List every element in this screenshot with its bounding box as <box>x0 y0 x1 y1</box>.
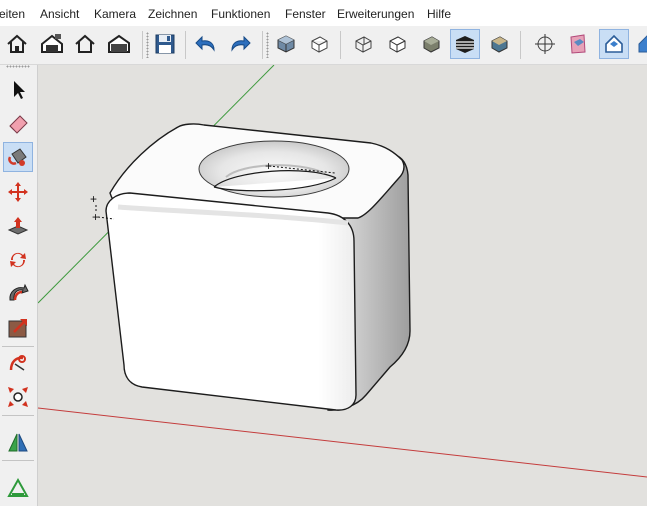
inference-point-left-1: + <box>90 192 97 206</box>
zoom-extents-tool[interactable] <box>3 382 33 412</box>
monochrome-button[interactable] <box>484 29 514 59</box>
push-pull-icon <box>7 217 29 235</box>
scale-tool[interactable] <box>3 313 33 343</box>
house-outline-button[interactable] <box>70 29 100 59</box>
follow-me-icon <box>9 283 29 301</box>
hidden-line-button[interactable] <box>382 29 412 59</box>
shaded-texture-button[interactable] <box>450 29 480 59</box>
shaded-texture-cube-icon <box>456 36 474 53</box>
rotate-icon <box>10 252 26 268</box>
save-template-button[interactable] <box>37 29 67 59</box>
menu-funktionen[interactable]: Funktionen <box>211 7 270 21</box>
home-icon <box>7 34 27 53</box>
monochrome-cube-icon <box>491 36 508 53</box>
cube-front-face <box>105 192 357 411</box>
floppy-save-icon <box>155 34 175 54</box>
section-plane-tool-icon <box>8 433 28 452</box>
menu-fenster[interactable]: Fenster <box>285 7 326 21</box>
house-view-2-icon <box>638 35 647 53</box>
tape-measure-tool[interactable] <box>3 349 33 379</box>
rotate-tool[interactable] <box>3 245 33 275</box>
open-model-icon <box>108 34 130 53</box>
follow-me-tool[interactable] <box>3 279 33 309</box>
menu-kamera[interactable]: Kamera <box>94 7 136 21</box>
eraser-tool[interactable] <box>3 108 33 138</box>
house-view-2-button[interactable] <box>632 29 647 59</box>
paint-bucket-icon <box>8 148 27 166</box>
axes-icon <box>535 34 555 54</box>
house-outline-icon <box>75 34 95 53</box>
iso-view-button[interactable] <box>271 29 301 59</box>
tape-measure-icon <box>9 355 26 371</box>
model-viewport[interactable]: + + + <box>38 65 647 506</box>
main-toolbar <box>0 26 647 65</box>
scale-icon <box>8 319 27 338</box>
xray-button[interactable] <box>348 29 378 59</box>
home-button[interactable] <box>2 29 32 59</box>
inference-point-top: + <box>265 159 272 173</box>
menu-bearbeiten[interactable]: eiten <box>0 7 25 21</box>
save-as-template-icon <box>41 34 63 53</box>
menu-hilfe[interactable]: Hilfe <box>427 7 451 21</box>
inference-point-left-2: + <box>92 210 99 224</box>
menu-bar: eiten Ansicht Kamera Zeichnen Funktionen… <box>0 0 647 26</box>
shaded-button[interactable] <box>416 29 446 59</box>
house-view-icon <box>605 34 623 53</box>
move-tool[interactable] <box>3 177 33 207</box>
undo-icon <box>195 35 215 52</box>
rounded-cube-model[interactable] <box>105 123 411 411</box>
move-icon <box>8 182 28 202</box>
paint-bucket-tool[interactable] <box>3 142 33 172</box>
menu-ansicht[interactable]: Ansicht <box>40 7 79 21</box>
shaded-solid-cube-icon <box>423 36 440 53</box>
menu-erweiterungen[interactable]: Erweiterungen <box>337 7 414 21</box>
house-view-button[interactable] <box>599 29 629 59</box>
axes-button[interactable] <box>530 29 560 59</box>
red-axis-line <box>38 407 647 478</box>
eraser-icon <box>9 115 28 134</box>
redo-button[interactable] <box>224 29 254 59</box>
xray-cube-icon <box>355 36 372 53</box>
section-plane-tool[interactable] <box>3 427 33 457</box>
save-button[interactable] <box>150 29 180 59</box>
select-arrow-icon <box>14 81 25 99</box>
wireframe-cube-icon <box>311 36 328 53</box>
undo-button[interactable] <box>192 29 222 59</box>
section-plane-button[interactable] <box>563 29 593 59</box>
tools-sidebar <box>0 65 38 506</box>
redo-icon <box>231 35 251 52</box>
shaded-cube-icon <box>277 35 295 53</box>
open-model-button[interactable] <box>104 29 134 59</box>
push-pull-tool[interactable] <box>3 211 33 241</box>
section-plane-icon <box>570 34 586 54</box>
menu-zeichnen[interactable]: Zeichnen <box>148 7 197 21</box>
select-tool[interactable] <box>3 75 33 105</box>
axes-tool[interactable] <box>3 472 33 502</box>
wireframe-button[interactable] <box>304 29 334 59</box>
axes-tool-icon <box>7 477 29 497</box>
hidden-line-cube-icon <box>389 36 406 53</box>
zoom-extents-icon <box>8 387 28 407</box>
